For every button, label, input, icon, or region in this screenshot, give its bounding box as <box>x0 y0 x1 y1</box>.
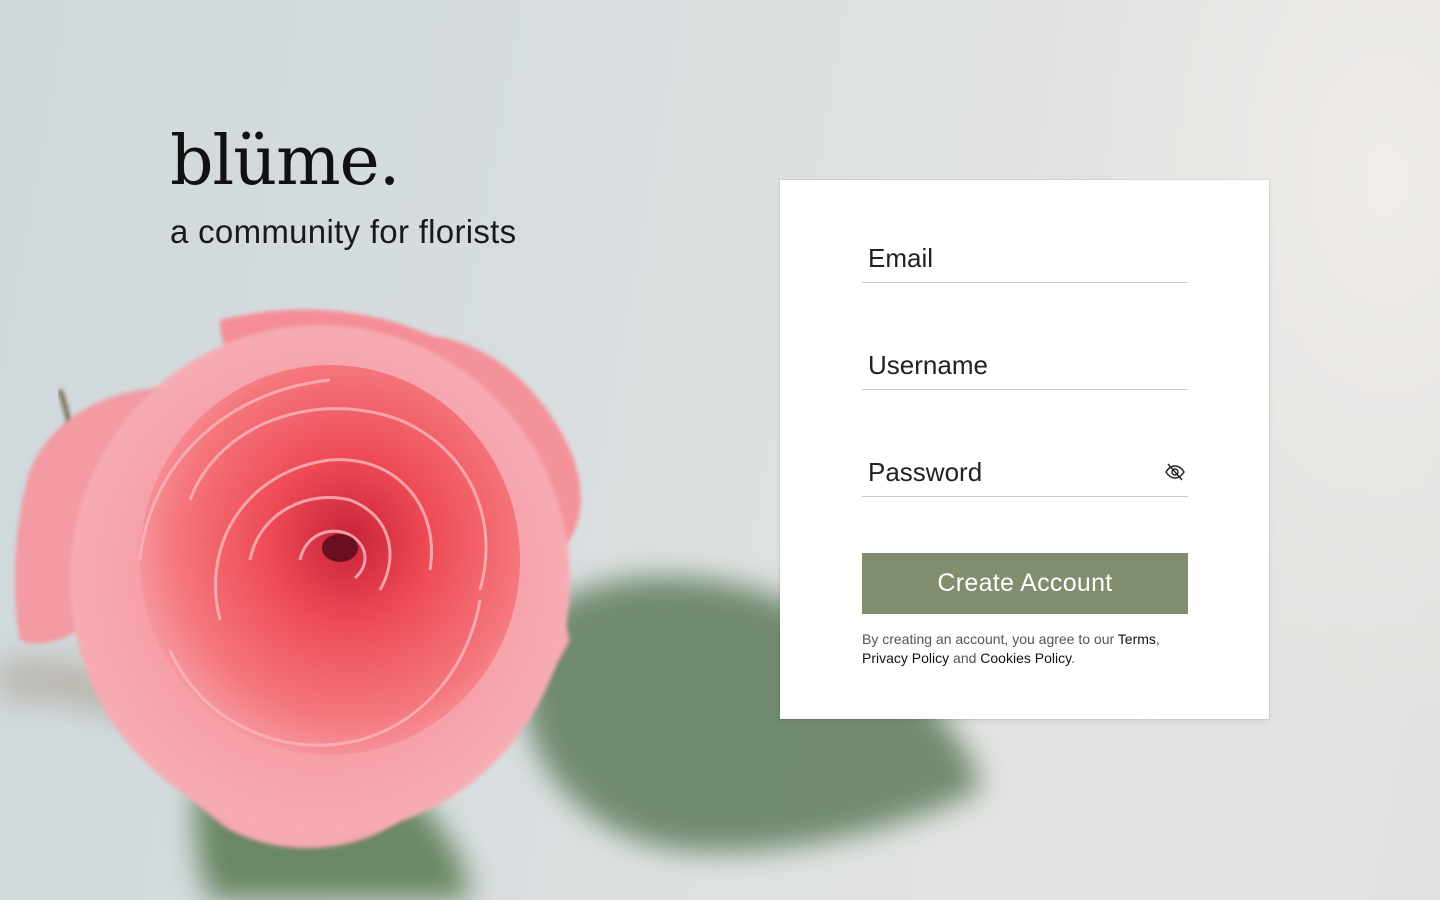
privacy-policy-link[interactable]: Privacy Policy <box>862 650 949 666</box>
brand-block: blüme. a community for florists <box>170 122 516 252</box>
email-field <box>862 234 1188 283</box>
tagline: a community for florists <box>170 213 517 250</box>
logo: blüme. <box>170 122 400 201</box>
legal-text: By creating an account, you agree to our… <box>862 630 1188 668</box>
create-account-button[interactable]: Create Account <box>862 553 1188 614</box>
terms-link[interactable]: Terms <box>1118 631 1156 647</box>
legal-and: and <box>949 650 981 666</box>
username-field <box>862 341 1188 390</box>
eye-off-icon[interactable] <box>1164 462 1186 482</box>
legal-comma: , <box>1155 631 1160 647</box>
password-input[interactable] <box>868 457 1148 488</box>
legal-period: . <box>1071 650 1075 666</box>
legal-prefix: By creating an account, you agree to our <box>862 631 1118 647</box>
username-input[interactable] <box>868 350 1148 381</box>
cookies-policy-link[interactable]: Cookies Policy <box>980 650 1071 666</box>
email-input[interactable] <box>868 243 1148 274</box>
signup-card: Create Account By creating an account, y… <box>780 180 1269 719</box>
password-field <box>862 448 1188 497</box>
